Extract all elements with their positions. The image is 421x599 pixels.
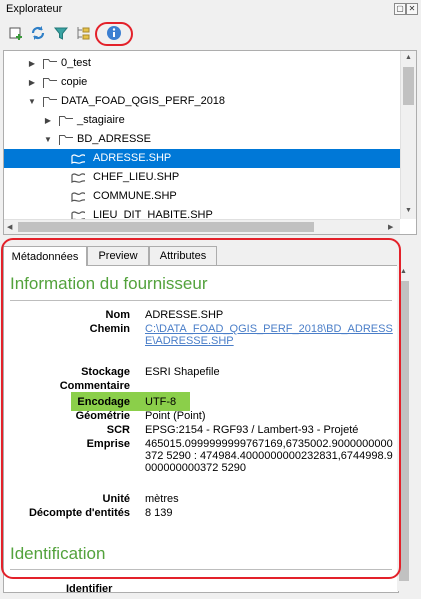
divider (10, 569, 392, 570)
refresh-icon[interactable] (28, 23, 48, 43)
chevron-right-icon[interactable]: ▶ (27, 77, 37, 87)
label-scr: SCR (106, 424, 130, 436)
label-unite: Unité (102, 493, 131, 505)
chevron-right-icon[interactable]: ▶ (27, 58, 37, 68)
vector-layer-icon (71, 173, 85, 183)
label-emprise: Emprise (86, 438, 130, 450)
tab-metadata[interactable]: Métadonnées (3, 246, 87, 266)
label-decompte: Décompte d'entités (28, 507, 130, 519)
section-heading: Identification (10, 544, 106, 563)
panel-titlebar: Explorateur ▢ ✕ (0, 0, 421, 18)
vector-layer-icon (71, 154, 85, 164)
scrollbar-thumb[interactable] (18, 222, 314, 232)
tree-item-label: DATA_FOAD_QGIS_PERF_2018 (61, 95, 226, 107)
browser-tree[interactable]: ▶ 0_test ▶ copie ▼ DATA_FOAD_QGIS_PERF_2018 ▶ _… (3, 50, 417, 235)
vector-layer-icon (71, 192, 85, 202)
tree-item-label: ADRESSE.SHP (93, 152, 172, 164)
divider (10, 300, 392, 301)
label-chemin: Chemin (89, 323, 130, 335)
label-geometrie: Géométrie (75, 410, 130, 422)
value-scr: EPSG:2154 - RGF93 / Lambert-93 - Projeté (145, 424, 359, 436)
tree-horizontal-scrollbar[interactable]: ◀ ▶ (4, 219, 400, 234)
browser-toolbar (0, 20, 421, 46)
chevron-down-icon[interactable]: ▼ (27, 96, 37, 106)
folder-icon (43, 78, 57, 88)
filter-icon[interactable] (51, 23, 71, 43)
tree-item[interactable]: ▶ 0_test (4, 54, 400, 73)
section-heading: Information du fournisseur (10, 274, 208, 293)
label-stockage: Stockage (81, 366, 130, 378)
tree-item[interactable]: ADRESSE.SHP (4, 149, 400, 168)
close-icon[interactable]: ✕ (406, 3, 418, 15)
value-emprise: 465015.0999999999767169,6735002.90000000… (145, 438, 393, 474)
folder-icon (59, 135, 73, 145)
value-nom: ADRESSE.SHP (145, 309, 224, 321)
label-encodage: Encodage (77, 396, 130, 408)
info-button-highlight (95, 22, 133, 46)
tree-item-label: copie (61, 76, 88, 88)
metadata-pane: Information du fournisseur Nom ADRESSE.S… (3, 265, 399, 593)
identifier-label: Identifier (66, 583, 113, 595)
tree-item-label: COMMUNE.SHP (93, 190, 177, 202)
value-stockage: ESRI Shapefile (145, 366, 220, 378)
tree-item[interactable]: CHEF_LIEU.SHP (4, 168, 400, 187)
folder-icon (59, 116, 73, 126)
tab-preview[interactable]: Preview (87, 246, 149, 265)
tree-item-label: CHEF_LIEU.SHP (93, 171, 180, 183)
path-link[interactable]: C:\DATA_FOAD_QGIS_PERF_2018\BD_ADRESSE\A… (145, 323, 395, 347)
scrollbar-thumb[interactable] (399, 281, 409, 581)
scroll-up-icon[interactable]: ▲ (400, 268, 407, 275)
tree-vertical-scrollbar[interactable]: ▲ ▼ (400, 51, 416, 219)
chevron-down-icon[interactable]: ▼ (43, 134, 53, 144)
collapse-all-icon[interactable] (73, 23, 93, 43)
tree-item-label: _stagiaire (77, 114, 125, 126)
panel-title: Explorateur (6, 3, 63, 15)
scrollbar-thumb[interactable] (403, 67, 414, 105)
tree-item-label: 0_test (61, 57, 91, 69)
scroll-up-icon[interactable]: ▲ (405, 54, 412, 61)
label-commentaire: Commentaire (59, 380, 130, 392)
scroll-left-icon[interactable]: ◀ (7, 223, 12, 231)
tree-item[interactable]: ▶ _stagiaire (4, 111, 400, 130)
tree-item[interactable]: COMMUNE.SHP (4, 187, 400, 206)
scroll-down-icon[interactable]: ▼ (405, 207, 412, 214)
value-encodage: UTF-8 (145, 396, 177, 408)
tab-attributes[interactable]: Attributes (149, 246, 217, 265)
value-decompte: 8 139 (145, 507, 173, 519)
restore-icon[interactable]: ▢ (394, 3, 406, 15)
tree-item[interactable]: ▼ BD_ADRESSE (4, 130, 400, 149)
chevron-right-icon[interactable]: ▶ (43, 115, 53, 125)
folder-icon (43, 97, 57, 107)
value-unite: mètres (145, 493, 179, 505)
folder-icon (43, 59, 57, 69)
value-geometrie: Point (Point) (145, 410, 206, 422)
metadata-scrollbar[interactable]: ▲ (397, 265, 411, 591)
label-nom: Nom (105, 309, 130, 321)
add-layer-icon[interactable] (6, 23, 26, 43)
tree-item[interactable]: ▼ DATA_FOAD_QGIS_PERF_2018 (4, 92, 400, 111)
scroll-right-icon[interactable]: ▶ (388, 223, 393, 231)
tree-item-label: BD_ADRESSE (77, 133, 151, 145)
tree-item[interactable]: ▶ copie (4, 73, 400, 92)
